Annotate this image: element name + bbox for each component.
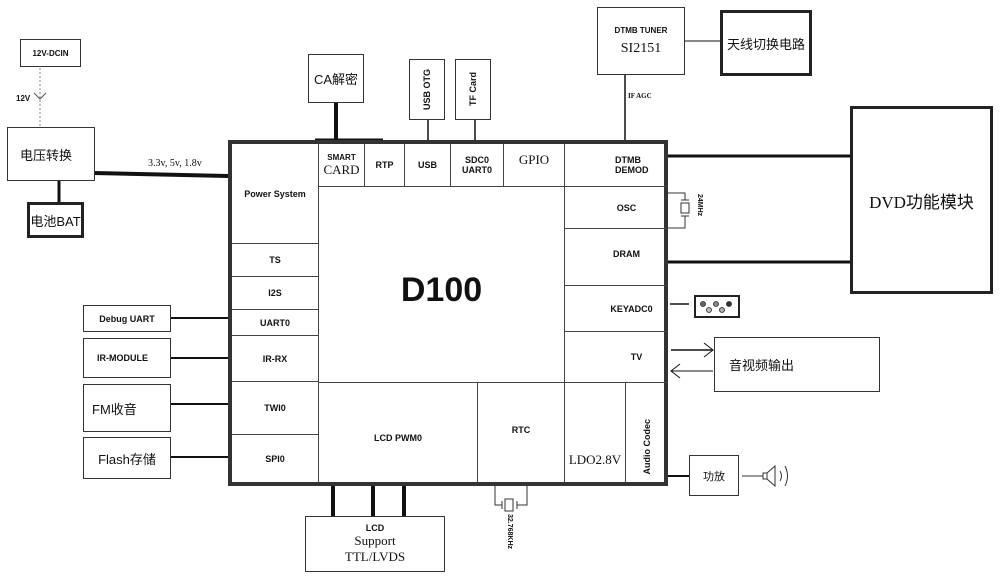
antenna-switch-label: 天线切换电路 <box>726 36 805 52</box>
sdc-uart0-label: UART0 <box>461 165 492 175</box>
lcd-pwm0-block: LCD PWM0 <box>319 382 478 482</box>
tf-card-box: TF Card <box>455 59 491 120</box>
usb-label: USB <box>417 160 437 170</box>
battery-box: 电池BAT <box>27 202 84 238</box>
ldo-label: LDO2.8V <box>568 452 622 467</box>
chip-core: D100 <box>319 187 564 382</box>
debug-uart-label: Debug UART <box>99 313 155 324</box>
osc-block: OSC <box>564 187 668 229</box>
sdc0-label: SDC0 <box>464 155 489 165</box>
spi0-label: SPI0 <box>265 453 285 464</box>
gpio-block: GPIO <box>504 144 564 187</box>
dram-label: DRAM <box>613 249 640 259</box>
rtc-block: RTC <box>478 382 564 482</box>
crystal-32khz-icon <box>494 485 528 512</box>
ir-rx-label: IR-RX <box>262 353 288 364</box>
sdc0-uart0-block: SDC0 UART0 <box>451 144 504 187</box>
osc-label: OSC <box>616 202 637 213</box>
antenna-switch-box: 天线切换电路 <box>720 10 812 76</box>
power-rail-line <box>93 171 229 178</box>
flash-storage-label: Flash存储 <box>98 451 156 467</box>
dvd-module-label: DVD功能模块 <box>869 192 974 212</box>
crystal-32khz-label: 32.768KHz <box>506 514 513 549</box>
tv-label: TV <box>630 352 643 362</box>
crystal-24mhz-text: 24MHz <box>696 194 703 217</box>
lcd-interface-label: TTL/LVDS <box>344 549 406 564</box>
dvd-module-box: DVD功能模块 <box>850 106 993 294</box>
dram-block: DRAM <box>564 229 668 286</box>
fm-radio-label: FM收音 <box>92 401 137 417</box>
ldo-block: LDO2.8V <box>564 382 626 482</box>
tf-card-label: TF Card <box>468 72 478 107</box>
audio-codec-block: Audio Codec <box>626 382 668 482</box>
ts-block: TS <box>232 244 319 277</box>
usb-otg-label: USB OTG <box>422 68 432 110</box>
ir-module-box: IR-MODULE <box>83 338 171 378</box>
ca-decrypt-label: CA解密 <box>313 72 359 87</box>
ts-label: TS <box>269 255 281 265</box>
amplifier-box: 功放 <box>689 455 739 496</box>
debug-uart-box: Debug UART <box>83 305 171 332</box>
d100-chip: Power System TS I2S UART0 IR-RX TWI0 SPI… <box>228 140 668 486</box>
twi0-block: TWI0 <box>232 382 319 435</box>
lcd-support-box: LCD Support TTL/LVDS <box>305 516 445 572</box>
dtmb-demod-block: DTMB DEMOD <box>564 144 668 187</box>
lcd-support-label: Support <box>354 533 396 548</box>
lcd-label: LCD <box>365 523 385 533</box>
dtmb-tuner-box: DTMB TUNER SI2151 <box>597 7 685 75</box>
tuner-part: SI2151 <box>620 40 662 56</box>
battery-label: 电池BAT <box>30 213 81 229</box>
keyadc0-block: KEYADC0 <box>564 286 668 332</box>
speaker-icon <box>762 464 788 488</box>
ca-decrypt-box: CA解密 <box>308 54 364 103</box>
crystal-32khz-text: 32.768KHz <box>506 514 513 550</box>
fm-radio-box: FM收音 <box>83 384 171 432</box>
smart-label: SMART <box>327 152 356 162</box>
i2s-label: I2S <box>268 288 282 298</box>
uart0-label: UART0 <box>259 317 290 328</box>
flash-storage-box: Flash存储 <box>83 437 171 479</box>
spi0-block: SPI0 <box>232 435 319 482</box>
dtmb-label: DTMB <box>615 155 641 165</box>
power-system-block: Power System <box>232 144 319 244</box>
voltage-converter-box: 电压转换 <box>7 127 95 181</box>
demod-label: DEMOD <box>615 165 649 175</box>
usb-otg-box: USB OTG <box>409 59 445 120</box>
tv-block: TV <box>564 332 668 382</box>
av-output-box: 音视频输出 <box>714 337 880 392</box>
rtc-label: RTC <box>511 425 531 435</box>
amplifier-label: 功放 <box>703 470 725 483</box>
crystal-24mhz-icon <box>667 192 690 229</box>
ir-module-label: IR-MODULE <box>97 353 148 363</box>
tuner-title: DTMB TUNER <box>614 25 668 35</box>
uart0-block: UART0 <box>232 310 319 336</box>
usb-block: USB <box>405 144 451 187</box>
smart-card-block: SMART CARD <box>319 144 365 187</box>
power-rails-label: 3.3v, 5v, 1.8v <box>148 158 202 169</box>
if-agc-label: IF AGC <box>628 92 652 100</box>
power-system-label: Power System <box>244 188 306 199</box>
dcin-label: 12V-DCIN <box>32 48 69 58</box>
av-output-label: 音视频输出 <box>729 358 795 373</box>
rtp-label: RTP <box>375 160 394 170</box>
voltage-converter-label: 电压转换 <box>20 147 73 163</box>
card-label: CARD <box>323 161 360 177</box>
audio-codec-label: Audio Codec <box>642 418 652 475</box>
gpio-label: GPIO <box>518 152 550 167</box>
twi0-label: TWI0 <box>264 403 286 413</box>
keypad-box <box>694 295 740 318</box>
dcin-box: 12V-DCIN <box>20 39 81 67</box>
crystal-24mhz-label: 24MHz <box>696 194 703 216</box>
keyadc0-label: KEYADC0 <box>610 303 653 314</box>
rtp-block: RTP <box>365 144 405 187</box>
i2s-block: I2S <box>232 277 319 310</box>
chip-name: D100 <box>400 271 483 309</box>
dcin-voltage-label: 12V <box>16 94 31 103</box>
keypad-buttons-icon <box>700 301 732 313</box>
lcd-pwm0-label: LCD PWM0 <box>374 432 422 443</box>
ir-rx-block: IR-RX <box>232 336 319 382</box>
